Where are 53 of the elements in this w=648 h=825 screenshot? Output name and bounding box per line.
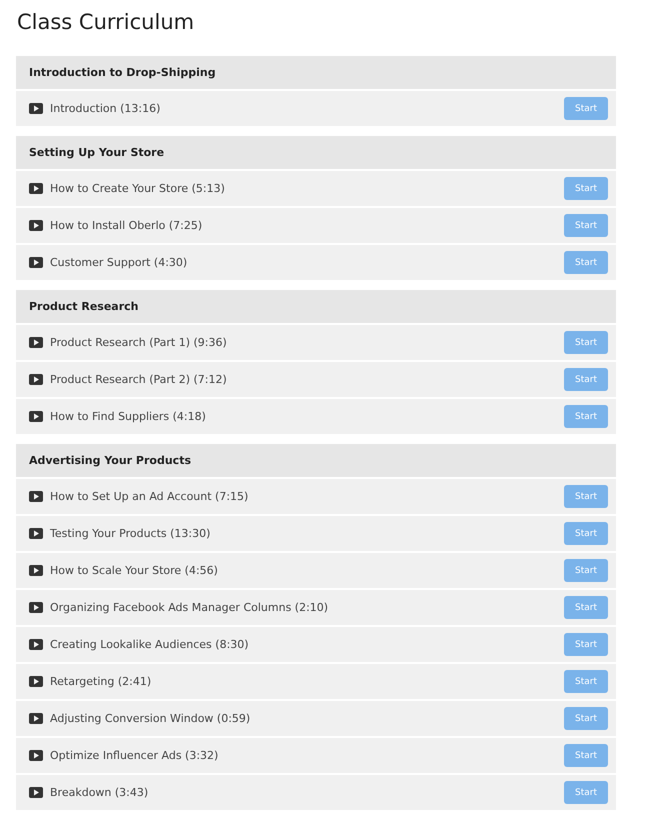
lesson-title: Organizing Facebook Ads Manager Columns (2:10) bbox=[50, 601, 330, 614]
start-button[interactable]: Start bbox=[564, 251, 608, 274]
lesson-title: Retargeting (2:41) bbox=[50, 675, 152, 688]
play-icon bbox=[29, 337, 43, 348]
start-button[interactable]: Start bbox=[564, 559, 608, 582]
lesson-title: Product Research (Part 2) (7:12) bbox=[50, 373, 228, 386]
start-button[interactable]: Start bbox=[564, 177, 608, 200]
play-icon bbox=[29, 257, 43, 268]
play-icon bbox=[29, 713, 43, 724]
lesson-title: Introduction (13:16) bbox=[50, 102, 162, 115]
play-icon bbox=[29, 491, 43, 502]
start-button[interactable]: Start bbox=[564, 670, 608, 693]
start-button[interactable]: Start bbox=[564, 214, 608, 237]
page-title: Class Curriculum bbox=[17, 9, 196, 36]
start-button[interactable]: Start bbox=[564, 485, 608, 508]
lesson-title: Optimize Influencer Ads (3:32) bbox=[50, 749, 220, 762]
play-icon bbox=[29, 639, 43, 650]
play-icon bbox=[29, 787, 43, 798]
lesson-title: How to Create Your Store (5:13) bbox=[50, 182, 226, 195]
play-icon bbox=[29, 750, 43, 761]
play-icon bbox=[29, 183, 43, 194]
start-button[interactable]: Start bbox=[564, 633, 608, 656]
lesson-title: Adjusting Conversion Window (0:59) bbox=[50, 712, 252, 725]
section-header: Setting Up Your Store bbox=[16, 136, 616, 169]
start-button[interactable]: Start bbox=[564, 97, 608, 120]
play-icon bbox=[29, 676, 43, 687]
play-icon bbox=[29, 528, 43, 539]
play-icon bbox=[29, 411, 43, 422]
lesson-title: Breakdown (3:43) bbox=[50, 786, 150, 799]
play-icon bbox=[29, 103, 43, 114]
start-button[interactable]: Start bbox=[564, 522, 608, 545]
lesson-title: Customer Support (4:30) bbox=[50, 256, 188, 269]
section-header: Introduction to Drop-Shipping bbox=[16, 56, 616, 89]
start-button[interactable]: Start bbox=[564, 744, 608, 767]
start-button[interactable]: Start bbox=[564, 405, 608, 428]
start-button[interactable]: Start bbox=[564, 368, 608, 391]
lesson-title: Product Research (Part 1) (9:36) bbox=[50, 336, 228, 349]
lesson-title: Testing Your Products (13:30) bbox=[50, 527, 212, 540]
lesson-title: How to Find Suppliers (4:18) bbox=[50, 410, 207, 423]
play-icon bbox=[29, 565, 43, 576]
start-button[interactable]: Start bbox=[564, 781, 608, 804]
lesson-title: Creating Lookalike Audiences (8:30) bbox=[50, 638, 250, 651]
lesson-title: How to Scale Your Store (4:56) bbox=[50, 564, 219, 577]
lesson-title: How to Install Oberlo (7:25) bbox=[50, 219, 204, 232]
play-icon bbox=[29, 374, 43, 385]
start-button[interactable]: Start bbox=[564, 596, 608, 619]
section-header: Product Research bbox=[16, 290, 616, 323]
start-button[interactable]: Start bbox=[564, 331, 608, 354]
section-header: Advertising Your Products bbox=[16, 444, 616, 477]
play-icon bbox=[29, 602, 43, 613]
play-icon bbox=[29, 220, 43, 231]
lesson-title: How to Set Up an Ad Account (7:15) bbox=[50, 490, 250, 503]
start-button[interactable]: Start bbox=[564, 707, 608, 730]
